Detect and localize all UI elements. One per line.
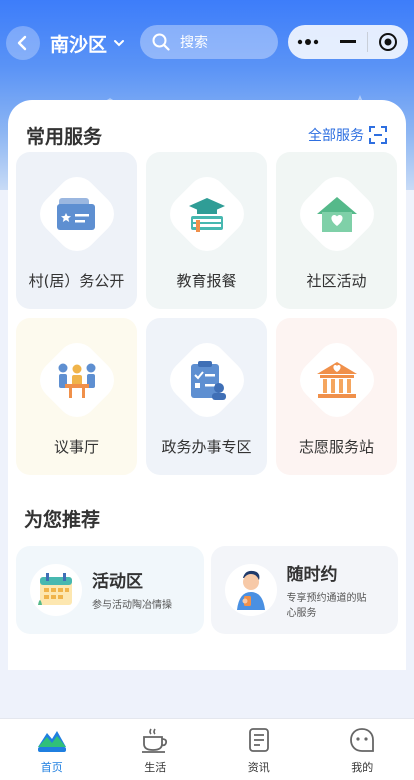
all-services-link[interactable]: 全部服务: [308, 125, 388, 145]
service-label: 社区活动: [306, 272, 367, 290]
clipboard-icon: [190, 361, 226, 400]
service-label: 议事厅: [53, 438, 99, 456]
recommend-activity-zone[interactable]: 活动区 参与活动陶冶情操: [16, 546, 204, 634]
close-button[interactable]: [368, 25, 408, 59]
tab-home[interactable]: 首页: [0, 719, 104, 780]
search-placeholder: 搜索: [180, 35, 208, 51]
service-icon-container: [31, 168, 122, 260]
tab-mine[interactable]: 我的: [311, 719, 414, 780]
recommend-desc: 参与活动陶冶情操: [92, 600, 172, 611]
tab-label: 我的: [351, 761, 374, 774]
house-heart-icon: [316, 197, 357, 232]
home-mountain-icon: [37, 731, 66, 752]
bottom-tab-bar: 首页 生活 资讯 我的: [0, 718, 414, 780]
service-government-affairs[interactable]: 政务办事专区: [146, 318, 267, 475]
district-name: 南沙区: [50, 33, 108, 56]
district-selector[interactable]: 南沙区: [50, 28, 125, 58]
service-volunteer-station[interactable]: 志愿服务站: [276, 318, 397, 475]
recommend-name: 随时约: [286, 564, 338, 585]
service-icon-container: [31, 334, 122, 426]
minimize-button[interactable]: [328, 25, 368, 59]
main-card: 常用服务 全部服务 村(居）务公开 教育报餐 社区活动 议事厅 政务办事专区 志…: [8, 100, 406, 670]
scan-icon: [369, 126, 387, 144]
service-education-meal[interactable]: 教育报餐: [146, 152, 267, 309]
recommend-icon-container: [224, 564, 277, 616]
tab-label: 资讯: [247, 761, 270, 774]
more-button[interactable]: [288, 25, 328, 59]
service-icon-container: [291, 334, 382, 426]
recommend-desc: 专享预约通道的贴心服务: [286, 592, 367, 619]
tab-news[interactable]: 资讯: [207, 719, 311, 780]
minus-icon: [339, 40, 356, 43]
recommend-list: 活动区 参与活动陶冶情操 随时约 专享预约通道的贴心服务: [16, 546, 398, 634]
meeting-icon: [58, 363, 95, 398]
coffee-cup-icon: [142, 728, 168, 753]
tab-label: 首页: [40, 761, 63, 774]
tab-life[interactable]: 生活: [104, 719, 208, 780]
service-label: 政务办事专区: [161, 438, 252, 456]
recommend-appointment[interactable]: 随时约 专享预约通道的贴心服务: [210, 546, 398, 634]
search-bar[interactable]: 搜索: [140, 25, 278, 59]
document-icon: [248, 728, 269, 752]
service-icon-container: [161, 168, 252, 260]
all-services-label: 全部服务: [308, 128, 364, 144]
service-icon-container: [161, 334, 252, 426]
chevron-down-icon: [114, 40, 125, 47]
miniprogram-capsule: [288, 25, 408, 59]
service-label: 教育报餐: [176, 272, 237, 290]
service-label: 志愿服务站: [298, 438, 374, 456]
recommend-icon-container: [30, 564, 82, 616]
person-phone-icon: [236, 570, 265, 610]
top-bar: 南沙区 搜索: [6, 24, 408, 60]
service-label: 村(居）务公开: [28, 272, 125, 290]
building-heart-icon: [316, 362, 357, 398]
recommend-name: 活动区: [92, 572, 143, 592]
services-header: 常用服务 全部服务: [26, 122, 388, 148]
services-title: 常用服务: [26, 125, 103, 148]
recommend-title: 为您推荐: [24, 509, 101, 531]
calendar-icon: [38, 573, 72, 605]
service-community-activity[interactable]: 社区活动: [276, 152, 397, 309]
search-icon: [152, 33, 170, 51]
target-close-icon: [379, 33, 398, 51]
chevron-left-icon: [17, 35, 27, 51]
graduation-cap-icon: [188, 198, 225, 232]
services-grid: 村(居）务公开 教育报餐 社区活动 议事厅 政务办事专区 志愿服务站: [16, 152, 398, 475]
service-icon-container: [291, 168, 382, 260]
id-card-icon: [56, 198, 95, 230]
back-button[interactable]: [6, 26, 40, 60]
service-council-hall[interactable]: 议事厅: [16, 318, 137, 475]
smile-face-icon: [350, 728, 375, 752]
more-dots-icon: [297, 39, 319, 45]
service-village-affairs[interactable]: 村(居）务公开: [16, 152, 137, 309]
tab-label: 生活: [144, 761, 167, 774]
